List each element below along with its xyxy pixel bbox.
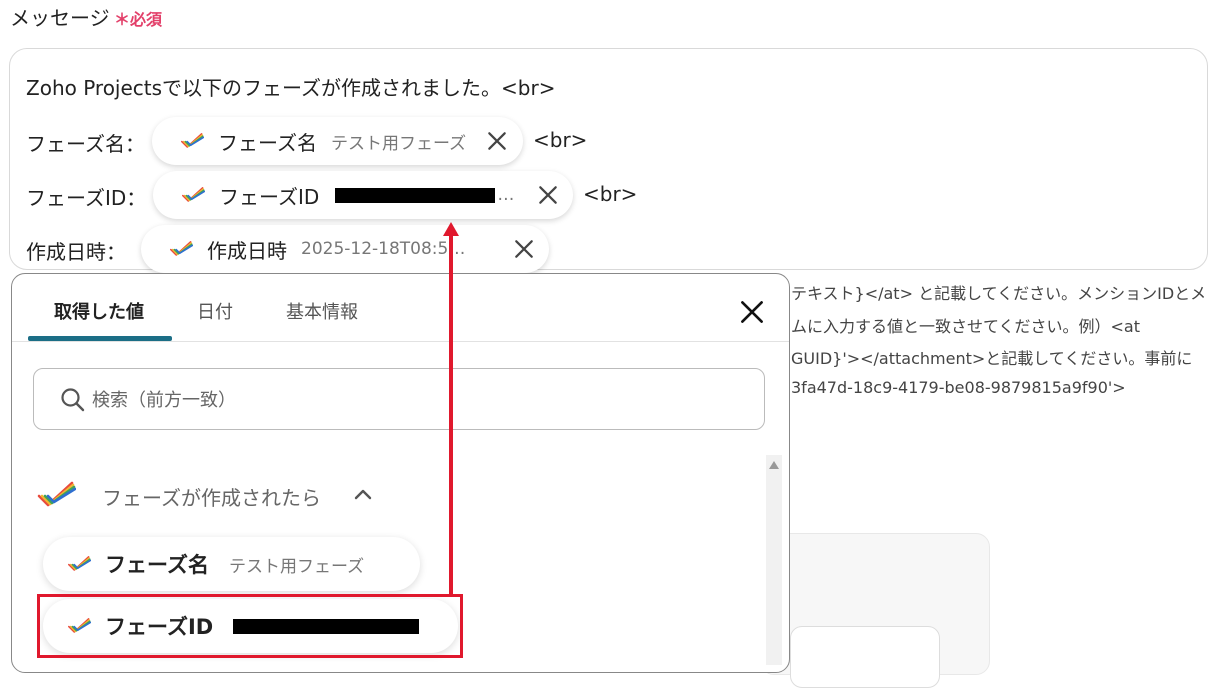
zoho-projects-icon — [180, 132, 204, 150]
search-placeholder: 検索（前方一致） — [92, 390, 236, 411]
editor-line-intro: Zoho Projectsで以下のフェーズが作成されました。<br> — [26, 76, 556, 100]
highlight-box — [37, 594, 463, 658]
tab-acquired-values[interactable]: 取得した値 — [54, 298, 144, 324]
required-asterisk: ＊ — [114, 10, 131, 29]
close-icon[interactable] — [740, 300, 764, 324]
background-input — [790, 626, 940, 688]
close-icon[interactable] — [513, 238, 535, 260]
help-text-line: ムに入力する値と一致させてください。例）<at — [791, 317, 1141, 336]
annotation-arrow-line — [449, 234, 453, 596]
help-text-line: テキスト}</at> と記載してください。メンションIDとメ — [791, 284, 1207, 303]
editor-row-suffix: <br> — [583, 182, 638, 206]
help-text-line: 3fa47d-18c9-4179-be08-9879815a9f90'> — [791, 378, 1126, 397]
pill-name: フェーズID — [219, 184, 320, 209]
group-title: フェーズが作成されたら — [102, 486, 321, 510]
scrollbar[interactable] — [766, 455, 782, 665]
editor-row-label-phase-name: フェーズ名： — [26, 132, 145, 156]
redacted-value-bar — [335, 187, 496, 203]
search-icon — [61, 388, 85, 412]
item-value: テスト用フェーズ — [228, 556, 365, 577]
required-badge: ＊必須 — [114, 6, 162, 30]
editor-row-label-created-at: 作成日時： — [26, 240, 126, 264]
variable-pill-phase-name[interactable]: フェーズ名 テスト用フェーズ — [152, 117, 523, 165]
editor-row-label-phase-id: フェーズID： — [26, 186, 147, 210]
pill-value: 2025-12-18T08:5… — [301, 239, 466, 259]
variable-pill-created-at[interactable]: 作成日時 2025-12-18T08:5… — [141, 225, 549, 273]
pill-name: フェーズ名 — [218, 130, 317, 155]
zoho-projects-icon — [181, 186, 205, 204]
zoho-projects-icon — [36, 480, 76, 510]
pill-value: … — [497, 185, 515, 205]
item-name: フェーズ名 — [105, 553, 209, 577]
chevron-up-icon — [354, 489, 372, 500]
search-input[interactable]: 検索（前方一致） — [33, 368, 765, 430]
pill-name: 作成日時 — [207, 238, 287, 263]
close-icon[interactable] — [537, 184, 559, 206]
tab-basic-info[interactable]: 基本情報 — [286, 298, 358, 324]
picker-item-phase-name[interactable]: フェーズ名 テスト用フェーズ — [43, 537, 420, 591]
close-icon[interactable] — [486, 130, 508, 152]
variable-pill-phase-id[interactable]: フェーズID … — [153, 171, 573, 219]
pill-value: テスト用フェーズ — [331, 133, 467, 154]
zoho-projects-icon — [67, 555, 91, 573]
editor-row-suffix: <br> — [533, 128, 588, 152]
tab-date[interactable]: 日付 — [197, 298, 233, 324]
zoho-projects-icon — [169, 240, 193, 258]
annotation-arrowhead-icon — [443, 222, 459, 236]
scroll-up-arrow-icon[interactable] — [769, 461, 779, 469]
help-text-line: GUID}'></attachment>と記載してください。事前に — [791, 349, 1193, 368]
message-field-label: メッセージ — [10, 6, 110, 30]
group-header-phase-created[interactable]: フェーズが作成されたら — [36, 478, 396, 514]
required-text: 必須 — [130, 10, 163, 29]
tab-divider — [12, 341, 789, 342]
